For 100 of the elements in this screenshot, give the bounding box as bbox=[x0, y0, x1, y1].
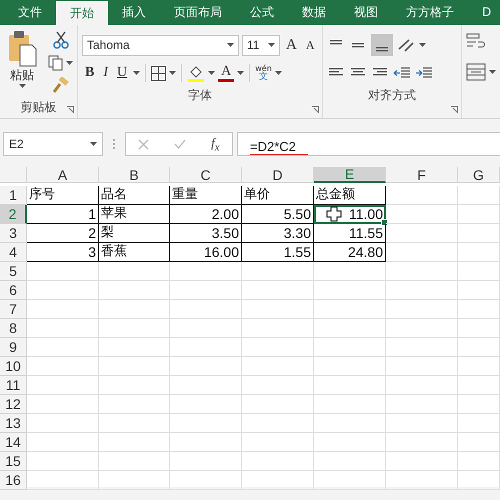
table-cell bbox=[99, 357, 170, 376]
font-color-button[interactable]: A bbox=[218, 64, 234, 82]
caret-icon[interactable] bbox=[18, 84, 26, 88]
ribbon-tab[interactable]: 视图 bbox=[340, 0, 392, 25]
ribbon-tab[interactable]: 方方格子 bbox=[392, 0, 468, 25]
table-cell bbox=[170, 281, 242, 300]
column-header[interactable]: C bbox=[170, 167, 242, 183]
caret-icon[interactable] bbox=[133, 71, 140, 75]
insert-function-button[interactable]: f$_{x}$ bbox=[211, 134, 220, 154]
ribbon-tab[interactable]: 数据 bbox=[288, 0, 340, 25]
border-icon[interactable] bbox=[151, 66, 166, 80]
paste-label[interactable]: 粘贴 bbox=[10, 67, 34, 84]
copy-icon[interactable] bbox=[48, 55, 64, 71]
table-cell: 序号 bbox=[27, 186, 99, 205]
row-header[interactable]: 4 bbox=[0, 243, 27, 262]
ribbon-tab[interactable]: D bbox=[468, 0, 500, 25]
column-header[interactable]: D bbox=[242, 167, 314, 183]
table-cell bbox=[242, 357, 314, 376]
row-header[interactable]: 8 bbox=[0, 319, 27, 338]
table-cell: 2.00 bbox=[170, 205, 242, 224]
paste-icon[interactable] bbox=[7, 29, 37, 67]
ribbon-tab[interactable]: 文件 bbox=[4, 0, 56, 25]
ribbon-tab[interactable]: 开始 bbox=[56, 1, 108, 25]
text-orientation-icon[interactable] bbox=[396, 37, 415, 53]
dialog-launcher-icon[interactable] bbox=[312, 106, 319, 113]
table-cell bbox=[458, 433, 500, 452]
bold-button[interactable]: B bbox=[82, 65, 98, 81]
bottom-align-icon[interactable] bbox=[370, 34, 393, 56]
row-header[interactable]: 9 bbox=[0, 338, 27, 357]
table-cell bbox=[314, 338, 386, 357]
table-cell bbox=[458, 452, 500, 471]
row-header[interactable]: 14 bbox=[0, 433, 27, 452]
caret-icon[interactable] bbox=[274, 71, 282, 75]
table-cell bbox=[314, 414, 386, 433]
caret-icon[interactable] bbox=[268, 43, 275, 47]
row-header[interactable]: 2 bbox=[0, 205, 27, 224]
italic-button[interactable]: I bbox=[100, 65, 112, 81]
font-name-field[interactable]: Tahoma bbox=[82, 34, 239, 56]
fill-color-icon[interactable] bbox=[187, 64, 206, 82]
scissors-icon[interactable] bbox=[52, 31, 68, 49]
table-cell bbox=[386, 338, 458, 357]
table-cell bbox=[386, 433, 458, 452]
ribbon-tab[interactable]: 插入 bbox=[108, 0, 160, 25]
ribbon-tab[interactable]: 页面布局 bbox=[160, 0, 236, 25]
table-cell: 3.30 bbox=[242, 224, 314, 243]
row-header[interactable]: 1 bbox=[0, 186, 27, 205]
row-header[interactable]: 16 bbox=[0, 471, 27, 490]
row-header[interactable]: 7 bbox=[0, 300, 27, 319]
caret-icon[interactable] bbox=[169, 71, 176, 75]
caret-icon[interactable] bbox=[66, 61, 73, 65]
caret-icon[interactable] bbox=[227, 43, 234, 47]
dialog-launcher-icon[interactable] bbox=[451, 106, 458, 113]
table-cell bbox=[314, 357, 386, 376]
caret-icon[interactable] bbox=[208, 71, 216, 75]
ribbon-tab[interactable]: 公式 bbox=[236, 0, 288, 25]
font-size-field[interactable]: 11 bbox=[242, 34, 280, 56]
row-header[interactable]: 12 bbox=[0, 395, 27, 414]
column-header[interactable]: A bbox=[27, 167, 99, 183]
column-header[interactable]: G bbox=[458, 167, 500, 183]
table-cell bbox=[314, 262, 386, 281]
fill-handle[interactable] bbox=[381, 219, 388, 226]
column-header[interactable]: B bbox=[99, 167, 170, 183]
merge-cells-icon[interactable] bbox=[466, 63, 486, 81]
table-cell: 梨 bbox=[99, 224, 170, 243]
column-header[interactable]: E bbox=[314, 167, 386, 183]
table-cell bbox=[27, 414, 99, 433]
row-header[interactable]: 13 bbox=[0, 414, 27, 433]
column-header[interactable]: F bbox=[386, 167, 458, 183]
table-cell: 1.55 bbox=[242, 243, 314, 262]
phonetic-button[interactable]: wén 文 bbox=[255, 64, 272, 82]
check-icon[interactable] bbox=[174, 139, 186, 149]
formula-field[interactable]: =D2*C2 bbox=[237, 132, 500, 156]
format-painter-icon[interactable] bbox=[52, 77, 68, 93]
table-cell: 3 bbox=[27, 243, 99, 262]
table-cell bbox=[99, 300, 170, 319]
table-cell bbox=[99, 433, 170, 452]
table-cell bbox=[170, 471, 242, 490]
row-header[interactable]: 10 bbox=[0, 357, 27, 376]
table-cell: 苹果 bbox=[99, 205, 170, 224]
caret-icon[interactable] bbox=[418, 43, 426, 47]
name-box[interactable]: E2 bbox=[3, 132, 103, 156]
table-cell bbox=[314, 300, 386, 319]
row-header[interactable]: 3 bbox=[0, 224, 27, 243]
underline-button[interactable]: U bbox=[114, 65, 130, 81]
row-header[interactable]: 6 bbox=[0, 281, 27, 300]
table-cell bbox=[242, 319, 314, 338]
shrink-font-button[interactable]: A bbox=[302, 38, 318, 52]
table-cell bbox=[170, 262, 242, 281]
caret-icon[interactable] bbox=[90, 142, 97, 146]
table-cell bbox=[458, 224, 500, 243]
grow-font-button[interactable]: A bbox=[283, 36, 300, 54]
table-cell: 品名 bbox=[99, 186, 170, 205]
dialog-launcher-icon[interactable] bbox=[67, 106, 74, 113]
row-header[interactable]: 11 bbox=[0, 376, 27, 395]
caret-icon[interactable] bbox=[237, 71, 244, 75]
table-cell bbox=[314, 376, 386, 395]
caret-icon[interactable] bbox=[489, 70, 496, 74]
table-cell bbox=[27, 262, 99, 281]
row-header[interactable]: 15 bbox=[0, 452, 27, 471]
row-header[interactable]: 5 bbox=[0, 262, 27, 281]
